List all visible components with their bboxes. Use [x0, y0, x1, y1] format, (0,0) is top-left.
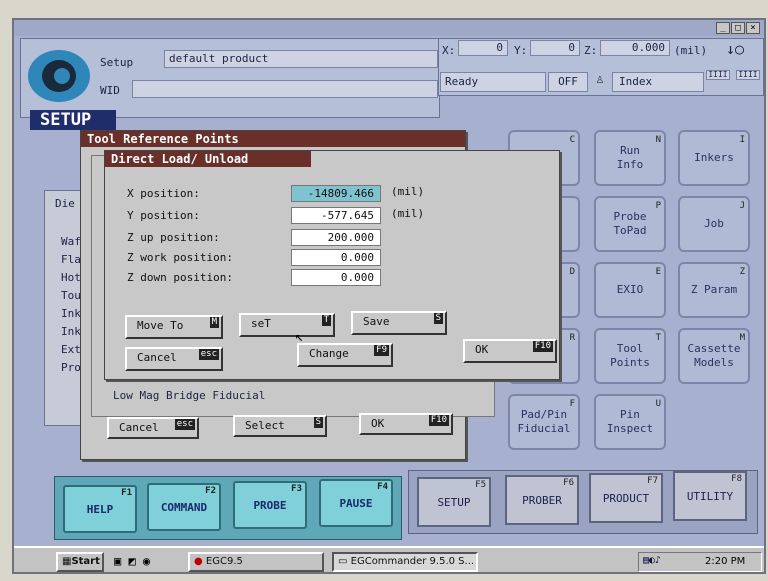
exio-button[interactable]: EXIO E [594, 262, 666, 318]
z-down-position-input[interactable]: 0.000 [291, 269, 381, 286]
taskbar-item-egcommander[interactable]: ▭ EGCommander 9.5.0 S... [332, 552, 478, 572]
start-button[interactable]: ▦Start [56, 552, 104, 572]
windows-taskbar: ▦Start ▣ ◩ ◉ ● EGC9.5 ▭ EGCommander 9.5.… [14, 546, 764, 572]
tool-ok-button[interactable]: OK F10 [359, 413, 453, 435]
system-tray: ▤◐♪ 2:20 PM [638, 552, 762, 572]
z-arrows-icon[interactable]: ↓○ [726, 40, 744, 58]
product-button[interactable]: PRODUCT F7 [589, 473, 663, 523]
x-coord-label: X: [442, 44, 456, 57]
x-position-input[interactable]: -14809.466 [291, 185, 381, 202]
product-field[interactable]: default product [164, 50, 438, 68]
y-coord-value: 0 [530, 40, 580, 56]
company-logo-icon [28, 50, 90, 102]
list-item-low-mag-bridge-fiducial[interactable]: Low Mag Bridge Fiducial [113, 389, 265, 402]
set-button[interactable]: seT T [239, 313, 335, 337]
inkers-button[interactable]: Inkers I [678, 130, 750, 186]
monitor-bezel: _ □ × Setup default product WID SETUP X:… [0, 0, 768, 581]
z-work-position-label: Z work position: [127, 251, 233, 264]
window-title-bar: _ □ × [14, 20, 764, 36]
tool-cancel-button[interactable]: Cancel esc [107, 417, 199, 439]
command-button[interactable]: COMMAND F2 [147, 483, 221, 531]
pause-button[interactable]: PAUSE F4 [319, 479, 393, 527]
y-position-input[interactable]: -577.645 [291, 207, 381, 224]
close-button[interactable]: × [746, 22, 760, 34]
setup-label: Setup [100, 56, 134, 69]
x-position-unit: (mil) [391, 185, 425, 198]
run-info-button[interactable]: Run Info N [594, 130, 666, 186]
x-position-label: X position: [127, 187, 200, 200]
clock: 2:20 PM [705, 556, 746, 567]
y-position-unit: (mil) [391, 207, 425, 220]
direct-load-dialog: Direct Load/ Unload X position: -14809.4… [104, 150, 560, 380]
x-coord-value: 0 [458, 40, 508, 56]
z-down-position-label: Z down position: [127, 271, 233, 284]
wid-label: WID [100, 84, 120, 97]
move-to-button[interactable]: Move To M [125, 315, 223, 339]
index-field: Index [612, 72, 704, 92]
pin-inspect-button[interactable]: Pin Inspect U [594, 394, 666, 450]
list-item[interactable]: Ink [61, 325, 81, 338]
off-indicator: OFF [548, 72, 588, 92]
screen: _ □ × Setup default product WID SETUP X:… [12, 18, 766, 574]
setup-button[interactable]: SETUP F5 [417, 477, 491, 527]
function-toolbar-left: HELP F1 COMMAND F2 PROBE F3 PAUSE F4 [54, 476, 402, 540]
help-button[interactable]: HELP F1 [63, 485, 137, 533]
prober-button[interactable]: PROBER F6 [505, 475, 579, 525]
list-item[interactable]: Hot [61, 271, 81, 284]
utility-button[interactable]: UTILITY F8 [673, 471, 747, 521]
z-up-position-label: Z up position: [127, 231, 220, 244]
probe-button[interactable]: PROBE F3 [233, 481, 307, 529]
z-up-position-input[interactable]: 200.000 [291, 229, 381, 246]
ok-button[interactable]: OK F10 [463, 339, 557, 363]
left-list-header: Die [55, 197, 75, 210]
mouse-cursor-icon: ↖ [295, 329, 304, 345]
save-button[interactable]: Save S [351, 311, 447, 335]
z-param-button[interactable]: Z Param Z [678, 262, 750, 318]
tray-icons[interactable]: ▤◐♪ [643, 555, 661, 566]
tool-select-button[interactable]: Select S [233, 415, 327, 437]
z-coord-label: Z: [584, 44, 598, 57]
quick-launch-icons[interactable]: ▣ ◩ ◉ [114, 554, 150, 568]
operator-icon: ♙ [596, 72, 604, 87]
maximize-button[interactable]: □ [731, 22, 745, 34]
job-button[interactable]: Job J [678, 196, 750, 252]
window-icon: ▭ [338, 556, 348, 567]
change-button[interactable]: Change F9 [297, 343, 393, 367]
cancel-button[interactable]: Cancel esc [125, 347, 223, 371]
probe-to-pad-button[interactable]: Probe ToPad P [594, 196, 666, 252]
page-title: SETUP [30, 110, 116, 130]
z-coord-value: 0.000 [600, 40, 670, 56]
taskbar-item-egc[interactable]: ● EGC9.5 [188, 552, 324, 572]
battery-icon-2: IIII [736, 70, 760, 80]
pad-pin-fiducial-button[interactable]: Pad/Pin Fiducial F [508, 394, 580, 450]
battery-icon: IIII [706, 70, 730, 80]
egc-app-icon: ● [194, 556, 203, 567]
status-field: Ready [440, 72, 546, 92]
direct-load-dialog-title: Direct Load/ Unload [105, 151, 311, 167]
y-coord-label: Y: [514, 44, 528, 57]
coord-unit: (mil) [674, 44, 708, 57]
tool-points-button[interactable]: Tool Points T [594, 328, 666, 384]
wid-field[interactable] [132, 80, 438, 98]
cassette-models-button[interactable]: Cassette Models M [678, 328, 750, 384]
tool-reference-dialog-title: Tool Reference Points [81, 131, 465, 147]
minimize-button[interactable]: _ [716, 22, 730, 34]
function-toolbar-right: SETUP F5 PROBER F6 PRODUCT F7 UTILITY F8 [408, 470, 758, 534]
z-work-position-input[interactable]: 0.000 [291, 249, 381, 266]
y-position-label: Y position: [127, 209, 200, 222]
